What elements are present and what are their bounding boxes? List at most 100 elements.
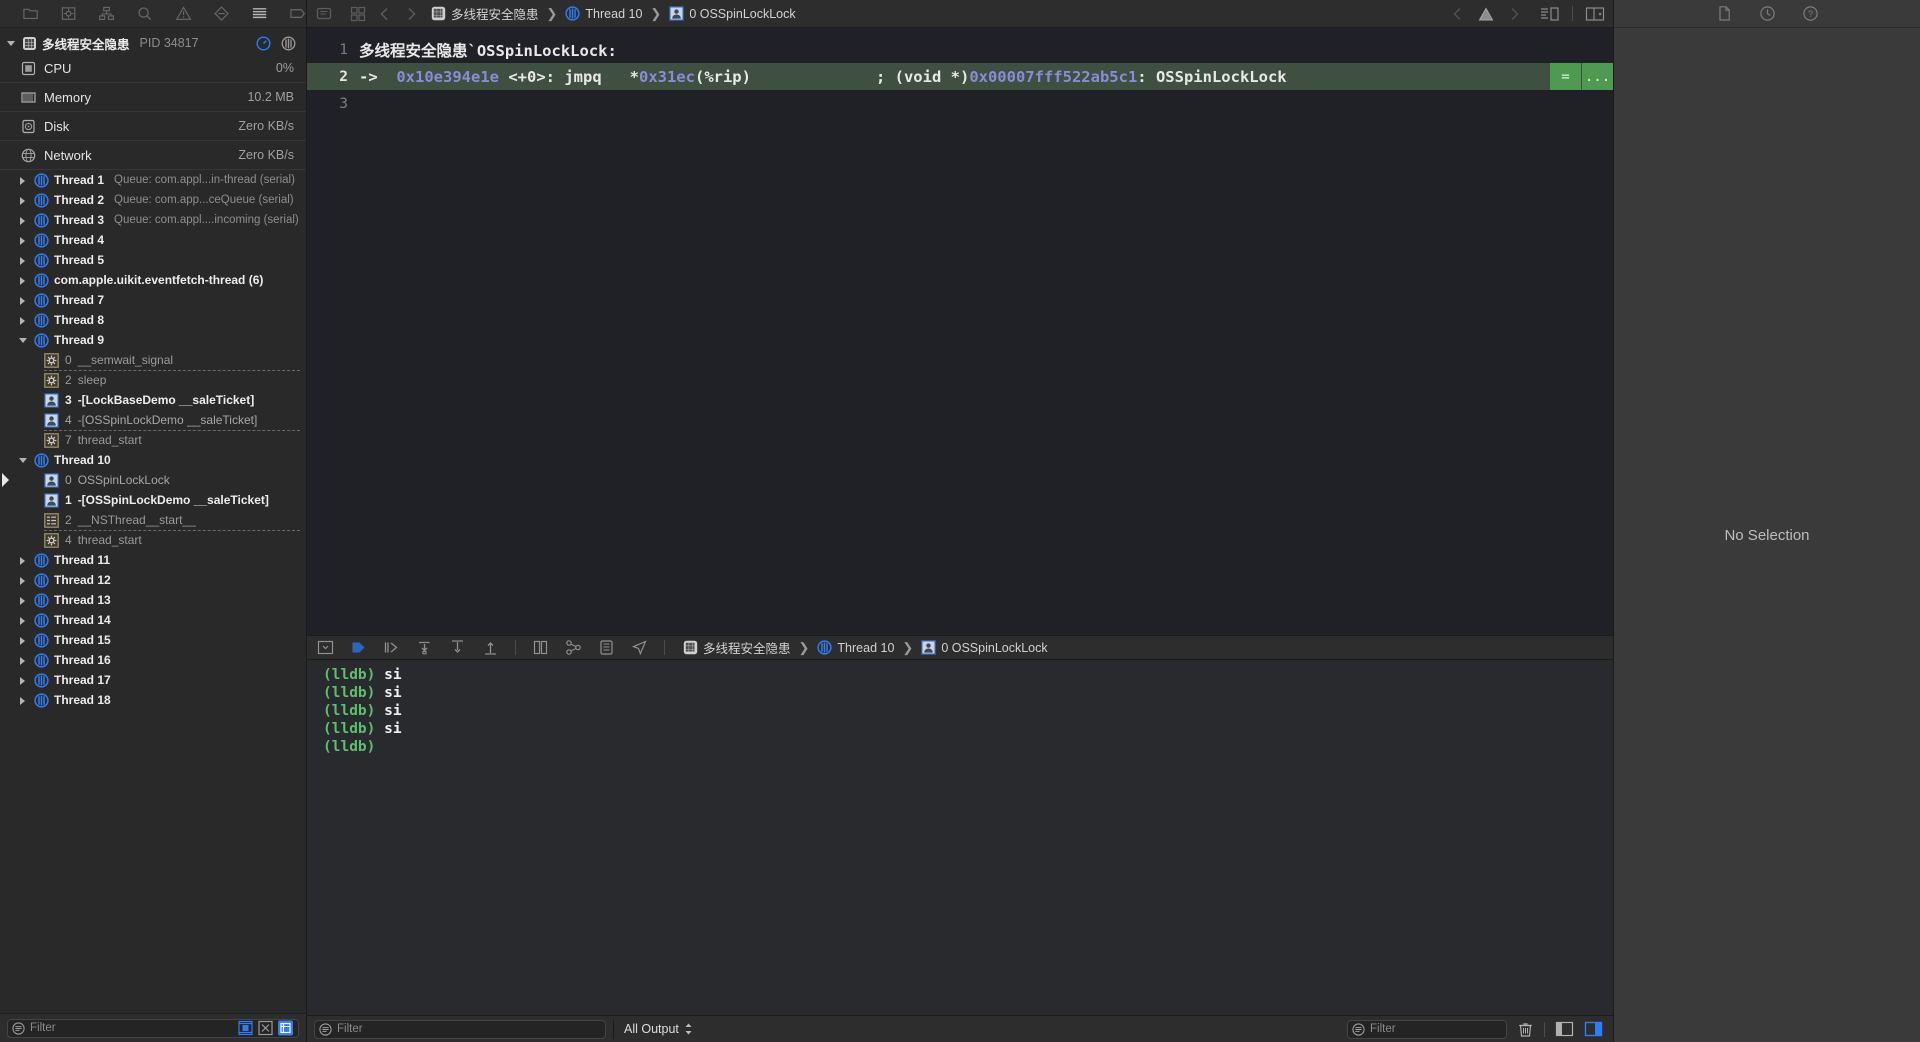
code-line[interactable]: 2 -> 0x10e394e1e <+0>: jmpq *0x31ec(%rip)… [307, 63, 1613, 90]
disclosure-triangle-icon[interactable] [18, 175, 29, 186]
minimap-icon[interactable] [1540, 6, 1560, 22]
thread-row[interactable]: Thread 18 [0, 690, 306, 710]
stack-frame-row[interactable]: 3 -[LockBaseDemo __saleTicket] [0, 390, 306, 410]
threads-icon[interactable] [281, 36, 296, 51]
disclosure-triangle-icon[interactable] [18, 195, 29, 206]
thread-row[interactable]: Thread 7 [0, 290, 306, 310]
file-inspector-icon[interactable] [1716, 5, 1733, 22]
hide-debug-area-icon[interactable] [317, 639, 334, 656]
up-down-chevrons-icon[interactable] [684, 1022, 693, 1036]
breadcrumb-item[interactable]: 0 OSSpinLockLock [921, 640, 1048, 655]
thread-row[interactable]: Thread 3 Queue: com.appl....incoming (ser… [0, 210, 306, 230]
source-control-icon[interactable] [60, 5, 77, 23]
thread-row[interactable]: Thread 13 [0, 590, 306, 610]
gauge-row-memory[interactable]: Memory 10.2 MB [0, 83, 306, 112]
inline-badge[interactable]: = [1549, 63, 1581, 90]
thread-row[interactable]: Thread 5 [0, 250, 306, 270]
issue-warning-icon[interactable] [175, 5, 192, 23]
disclosure-triangle-icon[interactable] [6, 38, 17, 49]
stack-frame-row[interactable]: 1 -[OSSpinLockDemo __saleTicket] [0, 490, 306, 510]
view-hierarchy-icon[interactable] [532, 639, 549, 656]
filter-scope-icon[interactable] [12, 1021, 25, 1035]
inline-badge[interactable]: ... [1581, 63, 1613, 90]
debug-list-icon[interactable] [251, 5, 268, 23]
step-over-icon[interactable] [383, 639, 400, 656]
disclosure-triangle-icon[interactable] [18, 275, 29, 286]
symbol-hierarchy-icon[interactable] [98, 5, 115, 23]
continue-icon[interactable] [350, 639, 367, 656]
gauge-row-cpu[interactable]: CPU 0% [0, 54, 306, 83]
editor-options-icon[interactable] [349, 5, 367, 23]
code-line[interactable]: 1 多线程安全隐患`OSSpinLockLock: [307, 36, 1613, 63]
step-out-icon[interactable] [449, 639, 466, 656]
disclosure-triangle-icon[interactable] [18, 635, 29, 646]
disclosure-triangle-icon[interactable] [18, 595, 29, 606]
disclosure-triangle-icon[interactable] [18, 215, 29, 226]
disclosure-triangle-icon[interactable] [18, 615, 29, 626]
console-filter-field[interactable]: Filter [1347, 1019, 1507, 1039]
thread-row[interactable]: com.apple.uikit.eventfetch-thread (6) [0, 270, 306, 290]
related-items-icon[interactable] [315, 5, 333, 23]
thread-row[interactable]: Thread 16 [0, 650, 306, 670]
thread-row[interactable]: Thread 11 [0, 550, 306, 570]
thread-row[interactable]: Thread 10 [0, 450, 306, 470]
disclosure-triangle-icon[interactable] [18, 255, 29, 266]
breadcrumb-item[interactable]: 0 OSSpinLockLock [669, 6, 796, 21]
show-console-view-icon[interactable] [1584, 1021, 1603, 1037]
disclosure-triangle-icon[interactable] [18, 235, 29, 246]
breadcrumb-item[interactable]: Thread 10 [565, 6, 642, 21]
breadcrumb-item[interactable]: 多线程安全隐患 [683, 638, 791, 657]
output-scope-popup[interactable]: All Output [614, 1022, 693, 1036]
thread-row[interactable]: Thread 12 [0, 570, 306, 590]
stack-frame-row[interactable]: 2 sleep [0, 370, 306, 390]
thread-row[interactable]: Thread 1 Queue: com.appl...in-thread (ser… [0, 170, 306, 190]
thread-row[interactable]: Thread 8 [0, 310, 306, 330]
step-into-icon[interactable] [416, 639, 433, 656]
previous-issue-chevron-left-icon[interactable] [1450, 6, 1466, 22]
thread-row[interactable]: Thread 14 [0, 610, 306, 630]
history-inspector-icon[interactable] [1759, 5, 1776, 22]
thread-row[interactable]: Thread 15 [0, 630, 306, 650]
filter-scope-icon[interactable] [319, 1022, 332, 1036]
show-only-running-blocks-icon[interactable] [237, 1020, 254, 1036]
variables-filter-field[interactable]: Filter [314, 1019, 606, 1039]
environment-overrides-icon[interactable] [598, 639, 615, 656]
gauge-icon[interactable] [256, 35, 271, 51]
editor-breadcrumb[interactable]: 多线程安全隐患 ❯ Thread 10 ❯ 0 OSSpinLockLock [431, 4, 796, 23]
warning-triangle-icon[interactable] [1478, 6, 1494, 22]
breadcrumb-item[interactable]: 多线程安全隐患 [431, 4, 539, 23]
stack-frame-row[interactable]: 0 __semwait_signal [0, 350, 306, 371]
next-issue-chevron-right-icon[interactable] [1506, 6, 1522, 22]
memory-graph-icon[interactable] [565, 639, 582, 656]
thread-row[interactable]: Thread 17 [0, 670, 306, 690]
disclosure-triangle-icon[interactable] [18, 335, 29, 346]
stack-frame-row[interactable]: 2 __NSThread__start__ [0, 510, 306, 531]
disclosure-triangle-icon[interactable] [18, 315, 29, 326]
disclosure-triangle-icon[interactable] [18, 455, 29, 466]
stack-frame-row[interactable]: 4 thread_start [0, 530, 306, 550]
gauge-row-network[interactable]: Network Zero KB/s [0, 141, 306, 170]
stack-frame-row[interactable]: 7 thread_start [0, 430, 306, 450]
code-line[interactable]: 3 [307, 90, 1613, 117]
disclosure-triangle-icon[interactable] [18, 655, 29, 666]
navigator-content[interactable]: 多线程安全隐患 PID 34817 CPU 0% Memory 10.2 MB Disk… [0, 28, 306, 1013]
breadcrumb-item[interactable]: Thread 10 [817, 640, 894, 655]
breakpoint-tag-icon[interactable] [289, 5, 306, 23]
trash-icon[interactable] [1517, 1021, 1534, 1038]
assistant-editor-icon[interactable] [1585, 6, 1605, 22]
show-only-user-frames-icon[interactable] [277, 1020, 294, 1036]
disclosure-triangle-icon[interactable] [18, 295, 29, 306]
folder-icon[interactable] [22, 5, 39, 23]
stack-frame-row[interactable]: 0 OSSpinLockLock [0, 470, 306, 490]
filter-scope-icon[interactable] [1352, 1022, 1365, 1036]
step-out-alt-icon[interactable] [482, 639, 499, 656]
console-output[interactable]: (lldb) si (lldb) si (lldb) si (lldb) si (lld… [307, 660, 1613, 1015]
show-variables-view-icon[interactable] [1555, 1021, 1574, 1037]
disclosure-triangle-icon[interactable] [18, 555, 29, 566]
find-icon[interactable] [136, 5, 153, 23]
disclosure-triangle-icon[interactable] [18, 675, 29, 686]
navigator-filter-field[interactable]: Filter [7, 1018, 299, 1038]
stack-frame-row[interactable]: 4 -[OSSpinLockDemo __saleTicket] [0, 410, 306, 431]
test-diamond-icon[interactable] [213, 5, 230, 23]
quick-help-icon[interactable]: ? [1802, 5, 1819, 22]
